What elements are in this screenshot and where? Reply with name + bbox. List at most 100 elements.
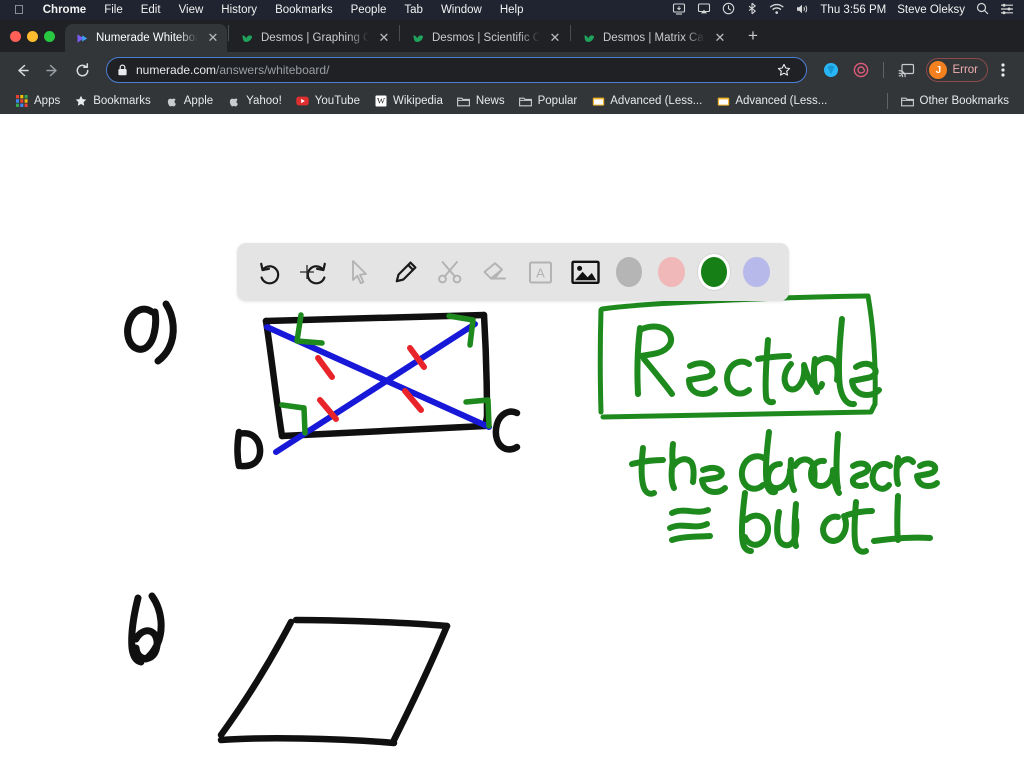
forward-arrow-icon[interactable] (38, 56, 66, 84)
numerade-logo-icon (75, 31, 89, 45)
bookmark-news[interactable]: News (450, 92, 512, 110)
reload-icon[interactable] (68, 56, 96, 84)
menu-item-edit[interactable]: Edit (132, 0, 170, 20)
wikipedia-icon: W (374, 94, 388, 108)
menu-item-help[interactable]: Help (491, 0, 533, 20)
menu-bar-clock[interactable]: Thu 3:56 PM (820, 4, 886, 16)
color-swatch-pink[interactable] (658, 257, 685, 287)
cursor-arrow-icon[interactable] (341, 252, 380, 292)
url-host: numerade.com (136, 63, 217, 77)
other-bookmarks-label: Other Bookmarks (919, 95, 1009, 107)
url-text: numerade.com/answers/whiteboard/ (136, 63, 764, 77)
close-tab-icon[interactable]: ✕ (712, 30, 728, 46)
airplay-icon[interactable] (697, 2, 711, 18)
bookmark-apps[interactable]: Apps (8, 92, 67, 110)
bookmark-label: News (475, 95, 505, 107)
volume-icon[interactable] (795, 3, 809, 18)
close-tab-icon[interactable]: ✕ (547, 30, 563, 46)
bookmark-label: Popular (537, 95, 578, 107)
menu-item-bookmarks[interactable]: Bookmarks (266, 0, 342, 20)
apps-grid-icon (15, 94, 29, 108)
menu-item-chrome[interactable]: Chrome (34, 0, 95, 20)
bookmark-label: Apple (183, 95, 214, 107)
menu-bar-items:  Chrome File Edit View History Bookmark… (6, 0, 533, 20)
tab-desmos-scientific-calculator[interactable]: Desmos | Scientific Calculat ✕ (401, 24, 569, 52)
whiteboard-toolbar: A (237, 243, 789, 301)
cast-icon[interactable] (894, 58, 918, 82)
undo-arrow-icon[interactable] (251, 252, 290, 292)
menu-item-history[interactable]: History (212, 0, 266, 20)
address-bar[interactable]: numerade.com/answers/whiteboard/ (106, 57, 808, 83)
menu-item-file[interactable]: File (95, 0, 132, 20)
control-center-icon[interactable] (1000, 3, 1014, 18)
folder-icon (457, 94, 471, 108)
tab-separator (570, 25, 571, 41)
other-bookmarks-folder[interactable]: Other Bookmarks (894, 92, 1016, 110)
minimize-window-button[interactable] (27, 30, 38, 42)
bookmark-label: Yahoo! (246, 95, 282, 107)
star-icon (74, 94, 88, 108)
tab-desmos-graphing-calculator[interactable]: Desmos | Graphing Calculat ✕ (230, 24, 398, 52)
svg-text:A: A (536, 265, 545, 280)
menu-bar-status-area: Thu 3:56 PM Steve Oleksy (672, 2, 1018, 18)
screen-share-icon[interactable] (672, 2, 686, 18)
profile-status-chip[interactable]: J Error (926, 58, 988, 82)
yahoo-icon (227, 94, 241, 108)
menu-item-tab[interactable]: Tab (395, 0, 432, 20)
bookmark-advanced-2[interactable]: Advanced (Less... (709, 92, 834, 110)
close-tab-icon[interactable]: ✕ (376, 30, 392, 46)
zoom-window-button[interactable] (44, 30, 55, 42)
yellow-folder-icon (716, 94, 730, 108)
bookmark-apple[interactable]: Apple (158, 92, 220, 110)
back-arrow-icon[interactable] (8, 56, 36, 84)
image-icon[interactable] (566, 252, 605, 292)
bookmark-popular[interactable]: Popular (512, 92, 585, 110)
spiral-extension-icon[interactable] (849, 58, 873, 82)
blue-circle-extension-icon[interactable] (819, 58, 843, 82)
color-swatch-green[interactable] (700, 257, 728, 287)
bookmark-wikipedia[interactable]: W Wikipedia (367, 92, 450, 110)
bookmark-label: Advanced (Less... (610, 95, 703, 107)
close-window-button[interactable] (10, 30, 21, 42)
tab-title: Desmos | Scientific Calculat (432, 32, 540, 44)
color-swatch-periwinkle[interactable] (743, 257, 770, 287)
tab-title: Desmos | Matrix Calculator (603, 32, 705, 44)
browser-toolbar: numerade.com/answers/whiteboard/ J Error (0, 52, 1024, 88)
bookmark-youtube[interactable]: YouTube (289, 92, 367, 110)
numerade-whiteboard-page: A (0, 114, 1024, 764)
scissors-icon[interactable] (431, 252, 470, 292)
ink-part-b-label (128, 592, 165, 666)
new-tab-button[interactable]: + (740, 23, 766, 49)
menu-bar-username[interactable]: Steve Oleksy (897, 4, 965, 16)
pencil-icon[interactable] (386, 252, 425, 292)
tab-title: Desmos | Graphing Calculat (261, 32, 369, 44)
color-swatch-gray[interactable] (615, 257, 643, 287)
apple-icon[interactable]:  (6, 0, 34, 20)
text-box-icon[interactable]: A (521, 252, 560, 292)
bookmark-advanced-1[interactable]: Advanced (Less... (584, 92, 709, 110)
bookmark-bookmarks[interactable]: Bookmarks (67, 92, 158, 110)
whiteboard-canvas[interactable] (0, 114, 1024, 764)
spotlight-search-icon[interactable] (976, 2, 989, 18)
menu-item-people[interactable]: People (342, 0, 396, 20)
bookmark-label: Wikipedia (392, 95, 443, 107)
eraser-icon[interactable] (476, 252, 515, 292)
three-dot-menu-icon[interactable] (990, 57, 1016, 83)
tab-desmos-matrix-calculator[interactable]: Desmos | Matrix Calculator ✕ (572, 24, 734, 52)
tab-title: Numerade Whiteboard (96, 32, 198, 44)
tab-strip: Numerade Whiteboard ✕ Desmos | Graphing … (0, 20, 1024, 52)
menu-item-window[interactable]: Window (432, 0, 491, 20)
menu-item-view[interactable]: View (170, 0, 213, 20)
time-machine-icon[interactable] (722, 2, 735, 18)
bookmark-label: Advanced (Less... (735, 95, 828, 107)
avatar: J (929, 61, 948, 79)
wifi-icon[interactable] (769, 3, 785, 18)
tab-numerade-whiteboard[interactable]: Numerade Whiteboard ✕ (65, 24, 227, 52)
bookmark-yahoo[interactable]: Yahoo! (220, 92, 289, 110)
close-tab-icon[interactable]: ✕ (205, 30, 221, 46)
chrome-browser-window: Numerade Whiteboard ✕ Desmos | Graphing … (0, 20, 1024, 114)
tab-separator (228, 25, 229, 41)
bluetooth-icon[interactable] (746, 2, 758, 18)
bookmark-label: Bookmarks (93, 95, 151, 107)
bookmark-star-icon[interactable] (772, 58, 796, 82)
